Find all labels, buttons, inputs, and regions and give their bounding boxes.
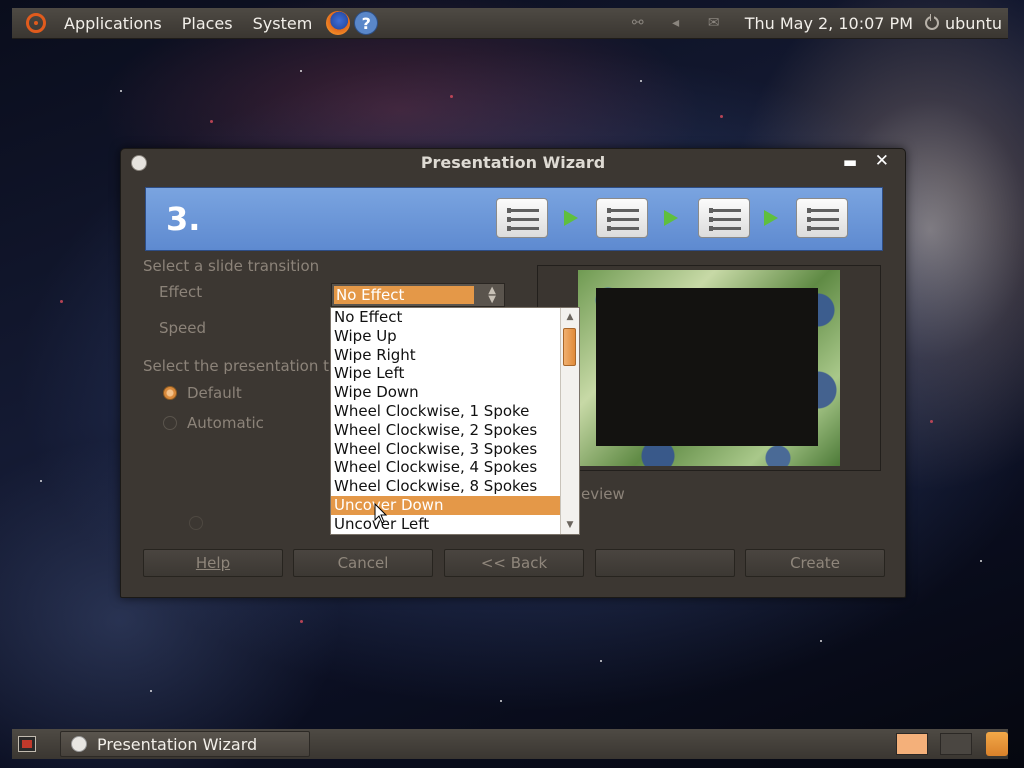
automatic-radio-label[interactable]: Automatic bbox=[187, 414, 264, 432]
effect-option[interactable]: Wipe Down bbox=[331, 383, 561, 402]
show-desktop-icon[interactable] bbox=[18, 736, 36, 752]
volume-icon[interactable]: ◂ bbox=[667, 16, 685, 30]
taskbar-presentation-wizard[interactable]: Presentation Wizard bbox=[60, 731, 310, 757]
close-icon[interactable]: ✕ bbox=[875, 151, 889, 171]
help-button-label: Help bbox=[195, 554, 231, 572]
star bbox=[640, 80, 642, 82]
speed-label: Speed bbox=[159, 319, 207, 337]
effect-option[interactable]: Wipe Left bbox=[331, 364, 561, 383]
arrow-right-icon bbox=[564, 210, 578, 226]
effect-options: No Effect Wipe Up Wipe Right Wipe Left W… bbox=[331, 308, 561, 534]
firefox-icon[interactable] bbox=[326, 11, 351, 35]
create-button-label: Create bbox=[790, 554, 840, 572]
step-number: 3. bbox=[166, 200, 201, 238]
workspace-2[interactable] bbox=[940, 733, 972, 755]
star bbox=[120, 90, 122, 92]
top-panel: Applications Places System ? ⚯ ◂ ✉ Thu M… bbox=[12, 8, 1008, 39]
preview-slide bbox=[596, 288, 818, 446]
clock[interactable]: Thu May 2, 10:07 PM bbox=[745, 14, 913, 33]
star bbox=[820, 640, 822, 642]
step-list-icon bbox=[796, 198, 848, 238]
preview-pane bbox=[537, 265, 881, 471]
star bbox=[300, 620, 303, 623]
arrow-right-icon bbox=[764, 210, 778, 226]
default-radio[interactable] bbox=[163, 386, 177, 400]
presentation-heading: Select the presentation t bbox=[143, 357, 330, 375]
user-menu[interactable]: ubuntu bbox=[945, 14, 1002, 33]
back-button-label: << Back bbox=[480, 554, 548, 572]
effect-option[interactable]: Wipe Right bbox=[331, 346, 561, 365]
step-list-icon bbox=[496, 198, 548, 238]
system-tray: ⚯ ◂ ✉ Thu May 2, 10:07 PM ubuntu bbox=[619, 8, 1008, 38]
transition-heading: Select a slide transition bbox=[143, 257, 320, 275]
combobox-arrows-icon: ▲ ▼ bbox=[488, 285, 496, 305]
scroll-up-icon[interactable]: ▲ bbox=[563, 310, 577, 324]
help-icon[interactable]: ? bbox=[354, 11, 379, 35]
star bbox=[210, 120, 213, 123]
mouse-cursor-icon bbox=[374, 503, 388, 524]
scroll-down-icon[interactable]: ▼ bbox=[563, 518, 577, 532]
menu-system[interactable]: System bbox=[243, 14, 323, 33]
star bbox=[60, 300, 63, 303]
next-button[interactable] bbox=[595, 549, 735, 577]
preview-label[interactable]: eview bbox=[581, 485, 625, 503]
app-icon bbox=[71, 736, 87, 752]
step-list-icon bbox=[596, 198, 648, 238]
create-button[interactable]: Create bbox=[745, 549, 885, 577]
default-radio-label[interactable]: Default bbox=[187, 384, 242, 402]
star bbox=[450, 95, 453, 98]
back-button[interactable]: << Back bbox=[444, 549, 584, 577]
star bbox=[150, 690, 152, 692]
disabled-radio[interactable] bbox=[189, 516, 203, 530]
effect-option[interactable]: Uncover Left bbox=[331, 515, 561, 534]
effect-option[interactable]: Wheel Clockwise, 8 Spokes bbox=[331, 477, 561, 496]
workspace-1[interactable] bbox=[896, 733, 928, 755]
menu-places[interactable]: Places bbox=[172, 14, 243, 33]
effect-option[interactable]: Wheel Clockwise, 3 Spokes bbox=[331, 440, 561, 459]
star bbox=[720, 115, 723, 118]
minimize-icon[interactable]: ▬ bbox=[843, 153, 857, 171]
help-button[interactable]: Help bbox=[143, 549, 283, 577]
star bbox=[980, 560, 982, 562]
dialog-title: Presentation Wizard bbox=[420, 153, 606, 172]
star bbox=[300, 70, 302, 72]
step-list-icon bbox=[698, 198, 750, 238]
star bbox=[40, 480, 42, 482]
star bbox=[500, 700, 502, 702]
effect-option[interactable]: Wipe Up bbox=[331, 327, 561, 346]
effect-dropdown-list[interactable]: No Effect Wipe Up Wipe Right Wipe Left W… bbox=[330, 307, 580, 535]
dialog-titlebar[interactable]: Presentation Wizard ▬ ✕ bbox=[121, 149, 905, 177]
ubuntu-logo-icon[interactable] bbox=[26, 13, 46, 33]
effect-option[interactable]: No Effect bbox=[331, 308, 561, 327]
dropdown-scrollbar[interactable]: ▲ ▼ bbox=[560, 308, 579, 534]
effect-option-selected[interactable]: Uncover Down bbox=[331, 495, 561, 515]
effect-option[interactable]: Wheel Clockwise, 2 Spokes bbox=[331, 421, 561, 440]
network-icon[interactable]: ⚯ bbox=[629, 16, 647, 30]
star bbox=[600, 660, 602, 662]
effect-option[interactable]: Wheel Clockwise, 1 Spoke bbox=[331, 402, 561, 421]
effect-label: Effect bbox=[159, 283, 203, 301]
step-banner: 3. bbox=[145, 187, 883, 251]
preview-image bbox=[578, 270, 840, 466]
effect-combobox[interactable]: No Effect ▲ ▼ bbox=[331, 283, 505, 307]
arrow-right-icon bbox=[664, 210, 678, 226]
bottom-panel: Presentation Wizard bbox=[12, 729, 1008, 759]
cancel-button[interactable]: Cancel bbox=[293, 549, 433, 577]
star bbox=[930, 420, 933, 423]
scrollbar-thumb[interactable] bbox=[563, 328, 576, 366]
trash-icon[interactable] bbox=[986, 732, 1008, 756]
taskbar-item-label: Presentation Wizard bbox=[97, 734, 258, 754]
mail-icon[interactable]: ✉ bbox=[705, 16, 723, 30]
effect-option[interactable]: Wheel Clockwise, 4 Spokes bbox=[331, 458, 561, 477]
effect-combobox-value: No Effect bbox=[334, 286, 474, 304]
automatic-radio[interactable] bbox=[163, 416, 177, 430]
menu-applications[interactable]: Applications bbox=[54, 14, 172, 33]
power-icon[interactable] bbox=[925, 14, 939, 30]
cancel-button-label: Cancel bbox=[337, 554, 389, 572]
